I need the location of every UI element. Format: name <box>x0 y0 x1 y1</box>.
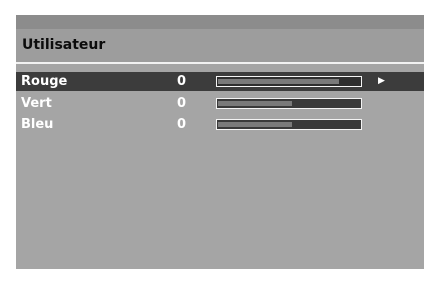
menu-header: Utilisateur <box>16 29 424 62</box>
level-slider-fill <box>218 122 292 127</box>
level-slider[interactable] <box>216 119 362 130</box>
setting-label: Bleu <box>21 117 54 132</box>
setting-value: 0 <box>177 74 187 89</box>
level-slider[interactable] <box>216 76 362 87</box>
right-triangle-icon: ▶ <box>378 76 385 86</box>
setting-value: 0 <box>177 96 187 111</box>
setting-row-bleu[interactable]: Bleu 0 <box>16 115 424 134</box>
setting-label: Vert <box>21 96 52 111</box>
setting-label: Rouge <box>21 74 68 89</box>
header-divider <box>16 62 424 64</box>
osd-menu-panel: Utilisateur Rouge 0 ▶ Vert 0 Bleu 0 <box>16 15 424 269</box>
menu-title: Utilisateur <box>22 37 106 53</box>
setting-value: 0 <box>177 117 187 132</box>
setting-row-vert[interactable]: Vert 0 <box>16 94 424 113</box>
level-slider-fill <box>218 79 339 84</box>
level-slider[interactable] <box>216 98 362 109</box>
level-slider-fill <box>218 101 292 106</box>
top-strip <box>16 15 424 29</box>
setting-row-rouge[interactable]: Rouge 0 ▶ <box>16 72 424 91</box>
